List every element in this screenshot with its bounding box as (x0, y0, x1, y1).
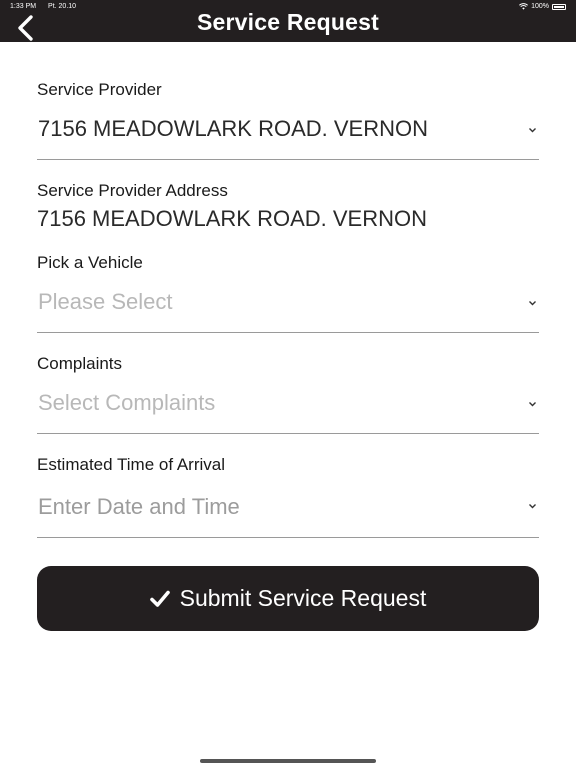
provider-address-label: Service Provider Address (37, 181, 228, 200)
checkmark-icon (149, 590, 170, 607)
vehicle-placeholder: Please Select (38, 289, 173, 314)
app-header: 1:33 PM Pt. 20.10 100% Service Request (0, 0, 576, 42)
chevron-down-icon (529, 128, 536, 133)
service-provider-label: Service Provider (37, 80, 162, 99)
provider-address-value: 7156 MEADOWLARK ROAD. VERNON (37, 206, 427, 231)
vehicle-label: Pick a Vehicle (37, 253, 143, 272)
submit-service-request-button[interactable]: Submit Service Request (37, 566, 539, 631)
eta-placeholder: Enter Date and Time (38, 494, 240, 519)
complaints-placeholder: Select Complaints (38, 390, 216, 415)
complaints-select[interactable]: Select Complaints (37, 383, 539, 434)
chevron-down-icon (529, 301, 536, 306)
vehicle-select[interactable]: Please Select (37, 282, 539, 333)
eta-label: Estimated Time of Arrival (37, 455, 226, 474)
service-provider-value: 7156 MEADOWLARK ROAD. VERNON (38, 116, 428, 141)
home-indicator[interactable] (200, 759, 376, 763)
eta-datetime-picker[interactable]: Enter Date and Time (37, 485, 539, 538)
submit-button-label: Submit Service Request (179, 585, 427, 611)
complaints-label: Complaints (37, 354, 123, 373)
service-provider-select[interactable]: 7156 MEADOWLARK ROAD. VERNON (37, 110, 539, 160)
page-title: Service Request (197, 9, 379, 35)
chevron-down-icon (529, 402, 536, 407)
chevron-down-icon (529, 504, 536, 509)
